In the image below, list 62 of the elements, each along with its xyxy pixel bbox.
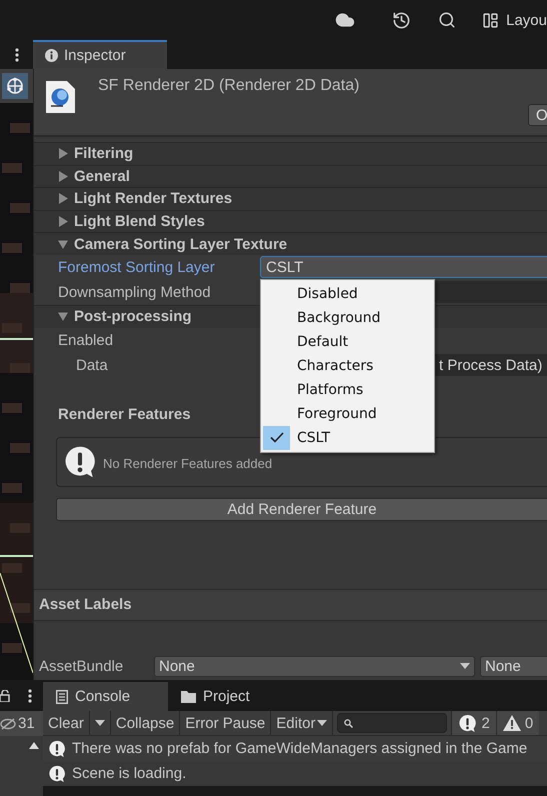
field-label: Downsampling Method: [58, 284, 212, 301]
eye-slash-icon[interactable]: [0, 718, 16, 730]
field-label: Data: [76, 356, 109, 374]
section-heading: Asset Labels: [39, 596, 132, 614]
field-label: Foremost Sorting Layer: [58, 258, 216, 276]
info-icon: [45, 49, 58, 62]
search-field[interactable]: [337, 713, 448, 733]
scroll-up-icon[interactable]: [29, 742, 39, 749]
globe-icon: [6, 77, 24, 95]
open-button[interactable]: O: [528, 104, 547, 126]
field-label: AssetBundle: [39, 658, 124, 675]
collapsed-arrow-icon[interactable]: [58, 216, 68, 228]
menu-item[interactable]: Characters: [297, 358, 374, 374]
caret-icon: [317, 720, 328, 726]
more-icon[interactable]: [28, 688, 32, 702]
warning-count-toggle[interactable]: 0: [496, 711, 540, 735]
menu-item[interactable]: Disabled: [297, 286, 358, 302]
search-icon: [344, 718, 354, 728]
add-feature-button[interactable]: Add Renderer Feature: [56, 498, 547, 521]
list-icon: [56, 690, 68, 704]
section-header[interactable]: Filtering: [74, 145, 134, 162]
caret-icon: [460, 663, 470, 670]
menu-item[interactable]: Foreground: [297, 406, 377, 422]
asset-icon: [45, 80, 76, 114]
collapsed-arrow-icon[interactable]: [58, 148, 68, 160]
check-icon: [270, 432, 284, 444]
menu-item[interactable]: Platforms: [297, 382, 364, 398]
dropdown-field[interactable]: None: [480, 656, 547, 677]
more-icon[interactable]: [14, 48, 18, 62]
dropdown-field[interactable]: CSLT: [260, 256, 547, 278]
panel-tab[interactable]: Project: [168, 682, 278, 711]
lock-icon[interactable]: [0, 690, 10, 702]
collapsed-arrow-icon[interactable]: [58, 170, 68, 182]
caret-icon: [94, 720, 105, 726]
dropdown-field[interactable]: None: [154, 656, 475, 677]
section-header[interactable]: Post-processing: [74, 308, 192, 326]
expanded-arrow-icon[interactable]: [58, 238, 68, 250]
asset-title: SF Renderer 2D (Renderer 2D Data): [98, 77, 360, 96]
menu-item[interactable]: CSLT: [297, 430, 330, 446]
section-heading: Renderer Features: [58, 406, 191, 423]
log-message[interactable]: Scene is loading.: [72, 765, 186, 782]
section-header[interactable]: Light Blend Styles: [74, 213, 205, 230]
layout-icon[interactable]: [482, 12, 500, 28]
layout-button[interactable]: Layou: [506, 12, 547, 28]
error-count-toggle[interactable]: 2: [451, 711, 496, 735]
info-message: No Renderer Features added: [103, 456, 272, 472]
error-icon: [48, 764, 66, 782]
error-icon: [63, 444, 97, 479]
folder-icon: [181, 690, 196, 702]
field-label: Enabled: [58, 332, 114, 349]
warning-icon: [502, 715, 521, 731]
error-icon: [458, 714, 478, 732]
inspector-tab[interactable]: Inspector: [33, 40, 167, 69]
error-icon: [48, 740, 66, 758]
menu-item[interactable]: Default: [297, 334, 348, 350]
gizmo-button[interactable]: [2, 73, 28, 99]
section-header[interactable]: General: [74, 168, 130, 185]
collapsed-arrow-icon[interactable]: [58, 193, 68, 204]
panel-tab[interactable]: Console: [43, 682, 168, 711]
menu-item[interactable]: Background: [297, 310, 381, 326]
expanded-arrow-icon[interactable]: [58, 311, 68, 322]
hidden-count: 31: [18, 715, 35, 732]
